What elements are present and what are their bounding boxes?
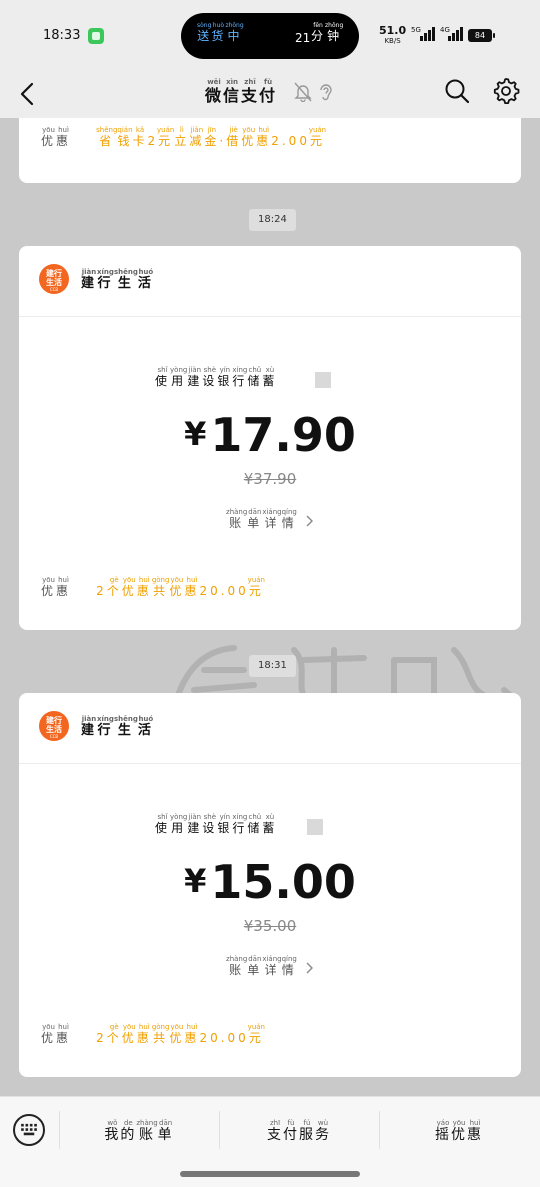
payment-card[interactable]: 建行 生活 CCB 建jiàn行xíng生shēng活huó 使shǐ用yòng建…: [19, 246, 521, 630]
payment-description: 使shǐ用yòng建jiàn设shè银yín行xíng储chǔ蓄xù: [19, 813, 521, 836]
redacted-block: [314, 372, 331, 388]
back-icon[interactable]: [14, 78, 42, 110]
bill-detail-link[interactable]: 账zhàng单dān详xiáng情qíng: [19, 508, 521, 531]
merchant-logo: 建行 生活 CCB: [39, 264, 69, 294]
payment-description: 使shǐ用yòng建jiàn设shè银yín行xíng储chǔ蓄xù: [19, 366, 521, 389]
island-unit: 分fēn钟zhōng: [311, 22, 344, 43]
message-timestamp: 18:31: [249, 655, 296, 677]
bill-detail-link[interactable]: 账zhàng单dān详xiáng情qíng: [19, 955, 521, 978]
status-time: 18:33: [43, 28, 81, 43]
menu-payment-services[interactable]: 支zhī付fù服fú务wù: [219, 1119, 379, 1144]
menu-shake-offers[interactable]: 摇yáo优yōu惠huì: [379, 1119, 539, 1144]
network-speed: 51.0 KB/S: [379, 24, 407, 45]
payment-amount: ¥17.90: [184, 408, 356, 462]
signal-bars-icon: [420, 27, 435, 41]
discount-row: 优yōu惠huì 省shěng钱qián卡kǎ2元yuán立lì减jiǎn金jī…: [41, 126, 327, 148]
status-bar: 18:33 送sòng货huò中zhōng 21 分fēn钟zhōng 51.0…: [0, 0, 540, 70]
message-timestamp: 18:24: [249, 209, 296, 231]
battery-icon: 84: [468, 29, 495, 42]
ear-icon: [320, 84, 332, 101]
chat-header: 微wēi信xìn支zhī付fù: [0, 70, 540, 118]
home-indicator[interactable]: [180, 1171, 360, 1177]
merchant-logo: 建行 生活 CCB: [39, 711, 69, 741]
chevron-right-icon: [306, 515, 313, 527]
wechat-notification-icon: [88, 28, 104, 44]
bell-off-icon: [294, 82, 312, 102]
island-status-text: 送sòng货huò中zhōng: [197, 22, 244, 43]
payment-amount: ¥15.00: [184, 855, 356, 909]
dynamic-island[interactable]: 送sòng货huò中zhōng 21 分fēn钟zhōng: [181, 13, 359, 59]
island-minutes: 21: [295, 31, 311, 45]
divider: [19, 763, 521, 764]
payment-card-partial[interactable]: 优yōu惠huì 省shěng钱qián卡kǎ2元yuán立lì减jiǎn金jī…: [19, 118, 521, 183]
chevron-right-icon: [306, 962, 313, 974]
bottom-menu-bar: 我wǒ的de账zhàng单dān 支zhī付fù服fú务wù 摇yáo优yōu惠…: [0, 1096, 540, 1187]
gear-icon[interactable]: [492, 76, 520, 104]
divider: [19, 316, 521, 317]
menu-my-bills[interactable]: 我wǒ的de账zhàng单dān: [59, 1119, 219, 1144]
merchant-name: 建jiàn行xíng生shēng活huó: [81, 268, 154, 291]
signal-bars-icon: [448, 27, 463, 41]
payment-card[interactable]: 建行 生活 CCB 建jiàn行xíng生shēng活huó 使shǐ用yòng建…: [19, 693, 521, 1077]
discount-row: 优yōu惠huì 2个gè优yōu惠huì共gòng优yōu惠huì20.00元…: [41, 1023, 265, 1045]
discount-row: 优yōu惠huì 2个gè优yōu惠huì共gòng优yōu惠huì20.00元…: [41, 576, 265, 598]
merchant-name: 建jiàn行xíng生shēng活huó: [81, 715, 154, 738]
page-title: 微wēi信xìn支zhī付fù: [205, 78, 278, 105]
search-icon[interactable]: [444, 78, 470, 104]
keyboard-icon[interactable]: [13, 1114, 45, 1146]
original-amount: ¥35.00: [243, 917, 297, 935]
original-amount: ¥37.90: [243, 470, 297, 488]
redacted-block: [306, 819, 323, 835]
chat-area[interactable]: 优yōu惠huì 省shěng钱qián卡kǎ2元yuán立lì减jiǎn金jī…: [0, 118, 540, 1096]
